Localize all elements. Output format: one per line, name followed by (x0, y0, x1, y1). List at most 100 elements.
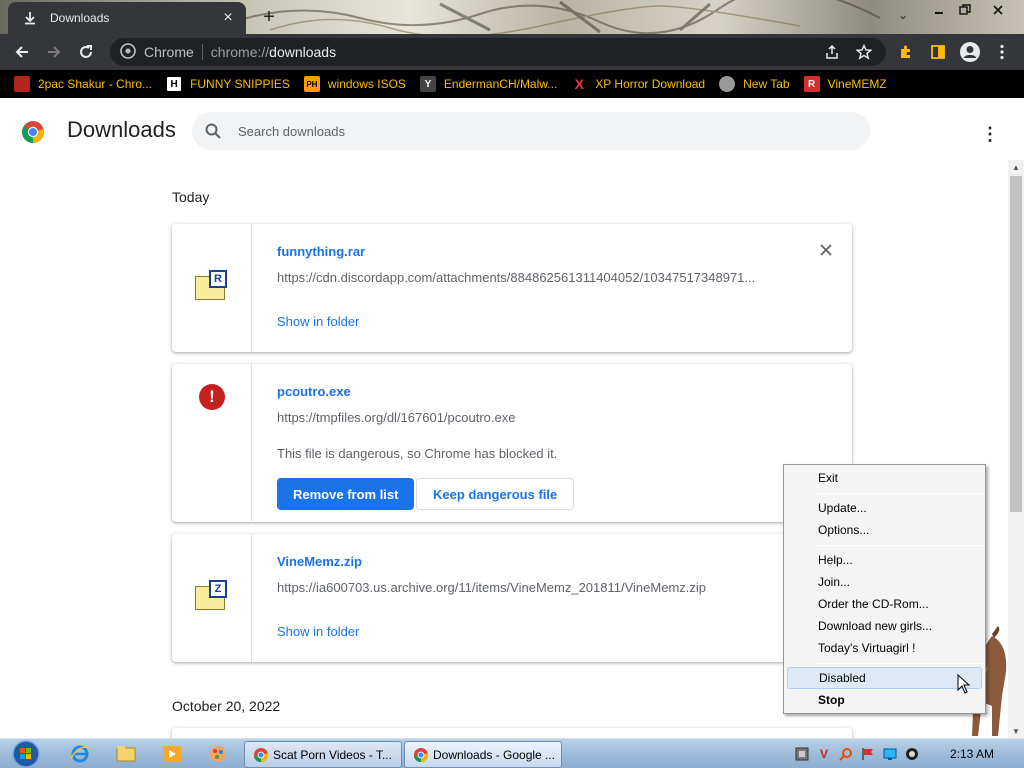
wallpaper-scribble (240, 0, 880, 34)
browser-toolbar: Chrome chrome:// downloads (0, 34, 1024, 70)
downloads-header: Downloads ⋮ (0, 98, 1010, 164)
bookmark-label: windows ISOS (327, 77, 406, 91)
download-url[interactable]: https://cdn.discordapp.com/attachments/8… (277, 270, 777, 285)
download-filename[interactable]: pcoutro.exe (277, 384, 351, 399)
bookmark-h-icon: H (166, 76, 183, 92)
bookmark-r-icon: R (803, 76, 820, 92)
omnibox-separator (201, 44, 203, 60)
browser-menu-icon[interactable] (988, 38, 1016, 66)
remove-download-close-icon[interactable] (816, 240, 836, 260)
extensions-icon[interactable] (892, 38, 920, 66)
tab-close-icon[interactable]: × (218, 8, 238, 28)
download-url[interactable]: https://ia600703.us.archive.org/11/items… (277, 580, 777, 595)
download-url[interactable]: https://tmpfiles.org/dl/167601/pcoutro.e… (277, 410, 777, 425)
bookmark-windows-isos[interactable]: PH windows ISOS (303, 76, 406, 92)
paint-app-icon[interactable] (206, 743, 230, 765)
scroll-up-icon[interactable]: ▲ (1008, 160, 1024, 174)
keep-dangerous-file-button[interactable]: Keep dangerous file (416, 478, 575, 510)
bookmark-star-icon[interactable] (856, 44, 872, 60)
show-in-folder-link[interactable]: Show in folder (277, 314, 359, 329)
file-explorer-icon[interactable] (114, 743, 138, 765)
menu-item-help[interactable]: Help... (787, 549, 982, 571)
taskbar-item-label: Scat Porn Videos - T... (273, 747, 392, 762)
tray-search-icon[interactable] (838, 746, 854, 762)
bookmark-funny-snippies[interactable]: H FUNNY SNIPPIES (166, 76, 290, 92)
omnibox-chip: Chrome (144, 44, 194, 60)
address-bar[interactable]: Chrome chrome:// downloads (110, 38, 886, 66)
bookmark-new-tab[interactable]: New Tab (719, 76, 790, 92)
chrome-logo-icon (22, 121, 44, 143)
danger-icon: ! (199, 384, 225, 410)
tray-virtuagirl-icon[interactable]: V (816, 746, 832, 762)
tray-app-icon[interactable] (794, 746, 810, 762)
search-box[interactable] (192, 112, 870, 150)
minimize-icon[interactable] (928, 0, 950, 20)
windows-taskbar: Scat Porn Videos - T... Downloads - Goog… (0, 738, 1024, 768)
bookmark-label: 2pac Shakur - Chro... (38, 77, 153, 91)
bookmark-label: New Tab (743, 77, 790, 91)
menu-separator (815, 493, 983, 494)
tray-flag-icon[interactable] (860, 746, 876, 762)
menu-item-disabled[interactable]: Disabled (787, 667, 982, 689)
chrome-taskbar-icon (414, 747, 429, 762)
download-icon-column: R (172, 224, 252, 352)
bookmark-endermanch[interactable]: Y EndermanCH/Malw... (419, 76, 558, 92)
page-title: Downloads (67, 117, 176, 142)
scrollbar-thumb[interactable] (1010, 176, 1022, 512)
download-filename[interactable]: VineMemz.zip (277, 554, 362, 569)
menu-item-join[interactable]: Join... (787, 571, 982, 593)
menu-item-exit[interactable]: Exit (787, 467, 982, 489)
menu-item-update[interactable]: Update... (787, 497, 982, 519)
show-in-folder-link[interactable]: Show in folder (277, 624, 359, 639)
forward-icon[interactable] (40, 38, 68, 66)
new-tab-button[interactable]: + (256, 4, 282, 30)
bookmark-yp-icon: Y (419, 76, 436, 92)
title-bar: Downloads × + ⌄ (0, 0, 1024, 34)
menu-item-download-girls[interactable]: Download new girls... (787, 615, 982, 637)
search-icon (205, 123, 221, 139)
download-item-dangerous: ! pcoutro.exe https://tmpfiles.org/dl/16… (172, 364, 852, 522)
internet-explorer-icon[interactable] (68, 743, 92, 765)
bookmark-newtab-icon (719, 76, 736, 92)
zip-file-icon: Z (195, 580, 229, 612)
search-input[interactable] (238, 123, 838, 139)
side-panel-icon[interactable] (924, 38, 952, 66)
taskbar-clock[interactable]: 2:13 AM (950, 747, 994, 761)
download-icon-column: ! (172, 364, 252, 522)
menu-item-order-cd[interactable]: Order the CD-Rom... (787, 593, 982, 615)
danger-warning-text: This file is dangerous, so Chrome has bl… (277, 446, 558, 461)
section-date-today: Today (172, 189, 210, 205)
tab-title: Downloads (50, 11, 110, 25)
start-button[interactable] (8, 739, 44, 768)
tray-network-icon[interactable] (882, 746, 898, 762)
bookmark-2pac[interactable]: 2pac Shakur - Chro... (14, 76, 152, 92)
restore-icon[interactable] (954, 0, 976, 20)
bookmark-label: EndermanCH/Malw... (443, 77, 558, 91)
more-actions-icon[interactable]: ⋮ (978, 122, 1002, 146)
tab-downloads[interactable]: Downloads × (8, 2, 246, 34)
download-item: Z VineMemz.zip https://ia600703.us.archi… (172, 534, 852, 662)
reload-icon[interactable] (72, 38, 100, 66)
tab-search-chevron-icon[interactable]: ⌄ (898, 8, 908, 22)
bookmark-x-icon: X (574, 76, 584, 92)
download-filename[interactable]: funnything.rar (277, 244, 365, 259)
chrome-site-icon[interactable] (120, 42, 136, 62)
tray-volume-icon[interactable] (904, 746, 920, 762)
media-player-icon[interactable] (160, 743, 184, 765)
chrome-taskbar-icon (254, 747, 269, 762)
windows-logo-icon (12, 740, 40, 768)
share-icon[interactable] (824, 44, 840, 60)
menu-item-stop[interactable]: Stop (787, 689, 982, 711)
bookmark-xp-horror[interactable]: X XP Horror Download (571, 76, 706, 92)
menu-item-todays-virtuagirl[interactable]: Today's Virtuagirl ! (787, 637, 982, 659)
menu-separator (815, 545, 983, 546)
taskbar-item-downloads[interactable]: Downloads - Google ... (404, 741, 562, 768)
url-scheme: chrome:// (210, 44, 270, 60)
remove-from-list-button[interactable]: Remove from list (277, 478, 415, 510)
bookmark-vinememz[interactable]: R VineMEMZ (803, 76, 887, 92)
profile-avatar-icon[interactable] (956, 38, 984, 66)
taskbar-item-scat[interactable]: Scat Porn Videos - T... (244, 741, 402, 768)
back-icon[interactable] (8, 38, 36, 66)
menu-item-options[interactable]: Options... (787, 519, 982, 541)
close-window-icon[interactable] (984, 0, 1012, 20)
